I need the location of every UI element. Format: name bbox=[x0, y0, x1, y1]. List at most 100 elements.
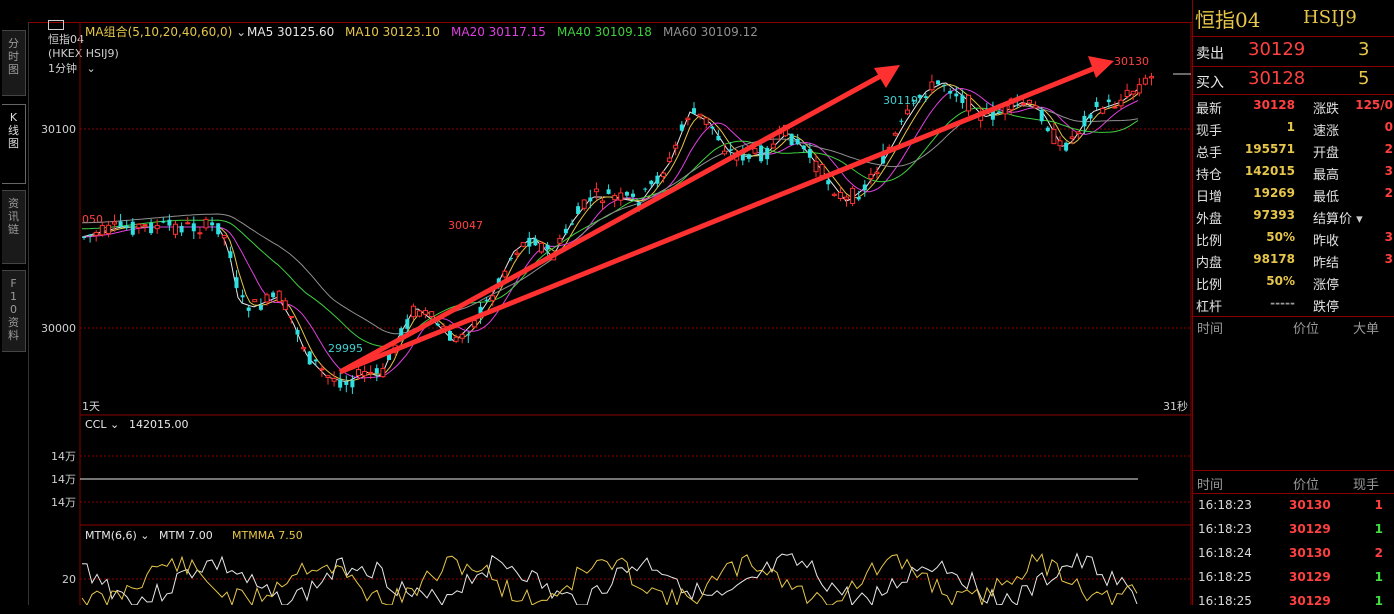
quote-row: 比例 50% 涨停 bbox=[1193, 271, 1394, 293]
candle-body bbox=[649, 180, 654, 185]
candle-body bbox=[203, 218, 209, 229]
stat-label: 最新 bbox=[1196, 102, 1223, 117]
stat-value: 50% bbox=[1266, 274, 1295, 288]
stat-label: 比例 bbox=[1196, 234, 1223, 249]
candle-body bbox=[112, 221, 117, 225]
tick-row: 16:18:25 30129 1 bbox=[1193, 590, 1394, 614]
candle-body bbox=[246, 307, 251, 311]
stat-label: 持仓 bbox=[1196, 168, 1223, 183]
candle-body bbox=[344, 381, 349, 385]
candle-body bbox=[466, 334, 471, 336]
tab-kline[interactable]: K线图 bbox=[2, 104, 26, 184]
candle-body bbox=[288, 315, 294, 318]
candle-body bbox=[819, 164, 825, 177]
bid-row[interactable]: 买入 30128 5 bbox=[1193, 67, 1394, 95]
candle-body bbox=[960, 95, 965, 103]
stat-value: 30128 bbox=[1253, 98, 1295, 112]
tick-header: 时间 价位 现手 bbox=[1193, 474, 1394, 494]
stat-label: 杠杆 bbox=[1196, 300, 1223, 315]
candle-body bbox=[1069, 136, 1075, 139]
candle-body bbox=[1082, 115, 1087, 127]
quote-row: 杠杆 ----- 跌停 bbox=[1193, 293, 1394, 315]
mtm-y-label: 20 bbox=[62, 573, 76, 586]
stat-value: 2 bbox=[1384, 186, 1393, 200]
candle-body bbox=[612, 195, 618, 201]
candle-body bbox=[948, 91, 953, 94]
ccl-y-label: 14万 bbox=[51, 496, 76, 509]
quote-code: HSIJ9 bbox=[1303, 7, 1357, 28]
trend-arrow bbox=[339, 56, 1114, 375]
dropdown-icon[interactable]: ▾ bbox=[1352, 212, 1363, 227]
candle-body bbox=[844, 196, 849, 200]
stat-value: 19269 bbox=[1253, 186, 1295, 200]
candle-body bbox=[667, 157, 673, 162]
mtm-label[interactable]: MTM(6,6) ⌄ bbox=[85, 529, 150, 542]
candle-body bbox=[759, 145, 764, 162]
candle-body bbox=[130, 221, 135, 235]
candle-body bbox=[606, 189, 611, 194]
mtm-value: MTM 7.00 bbox=[159, 529, 213, 542]
ma5-value: MA5 30125.60 bbox=[247, 25, 334, 39]
candle-body bbox=[514, 252, 520, 255]
candle-body bbox=[631, 193, 635, 197]
candle-body bbox=[874, 171, 880, 175]
quote-row: 总手 195571 开盘 2 bbox=[1193, 139, 1394, 161]
candle-body bbox=[954, 93, 959, 97]
tick-row: 16:18:25 30129 1 bbox=[1193, 566, 1394, 590]
quote-row: 比例 50% 昨收 3 bbox=[1193, 227, 1394, 249]
candle-body bbox=[722, 150, 727, 155]
view-tabs: 分时图 K线图 资讯链 F10资料 bbox=[0, 22, 29, 605]
ma-combo-label[interactable]: MA组合(5,10,20,40,60,0) ⌄ bbox=[85, 24, 246, 39]
candle-body bbox=[655, 175, 660, 184]
candle-body bbox=[350, 380, 355, 388]
col-price: 价位 bbox=[1293, 478, 1320, 493]
candle-body bbox=[923, 96, 928, 99]
quote-panel: 恒指04 HSIJ9 卖出 30129 3 买入 30128 5 最新 30128… bbox=[1192, 0, 1394, 608]
kline-chart-svg[interactable]: MA组合(5,10,20,40,60,0) ⌄ MA5 30125.60 MA1… bbox=[28, 21, 1192, 607]
stat-label: 昨收 bbox=[1313, 234, 1340, 249]
candle-body bbox=[1088, 114, 1093, 119]
y-label: 30000 bbox=[41, 322, 76, 335]
bid-label: 买入 bbox=[1196, 75, 1224, 91]
stat-label: 结算价 ▾ bbox=[1313, 212, 1363, 227]
candle-body bbox=[338, 379, 343, 388]
stat-value: 2 bbox=[1384, 142, 1393, 156]
ask-row[interactable]: 卖出 30129 3 bbox=[1193, 38, 1394, 66]
quote-row: 最新 30128 涨跌 125/0 bbox=[1193, 95, 1394, 117]
chart-area[interactable]: MA组合(5,10,20,40,60,0) ⌄ MA5 30125.60 MA1… bbox=[28, 21, 1192, 607]
candle-body bbox=[252, 299, 258, 303]
ask-price: 30129 bbox=[1248, 39, 1306, 60]
candle-body bbox=[459, 333, 465, 339]
stat-label: 总手 bbox=[1196, 146, 1223, 161]
candle-body bbox=[82, 236, 86, 238]
quote-row: 持仓 142015 最高 3 bbox=[1193, 161, 1394, 183]
candle-body bbox=[856, 196, 861, 200]
stat-label: 外盘 bbox=[1196, 212, 1223, 227]
candle-body bbox=[966, 94, 971, 112]
candle-body bbox=[471, 320, 477, 328]
candle-body bbox=[240, 295, 245, 298]
stat-label: 涨跌 bbox=[1313, 102, 1340, 117]
candle-body bbox=[1045, 127, 1050, 132]
candle-body bbox=[1094, 101, 1099, 108]
ma-line bbox=[81, 105, 1139, 335]
price-annotation: 29995 bbox=[328, 342, 363, 355]
tab-news[interactable]: 资讯链 bbox=[2, 190, 26, 264]
ccl-label[interactable]: CCL ⌄ bbox=[85, 418, 119, 431]
candle-body bbox=[618, 192, 624, 201]
candle-body bbox=[423, 310, 429, 315]
col-time: 时间 bbox=[1197, 322, 1224, 337]
candle-body bbox=[161, 221, 166, 223]
kline-panel-border bbox=[79, 21, 1192, 416]
candle-body bbox=[520, 242, 526, 247]
candle-body bbox=[728, 149, 733, 151]
mtm-line bbox=[81, 552, 1138, 607]
candle-body bbox=[917, 94, 922, 98]
candle-body bbox=[661, 172, 666, 178]
chart-title-bar: 恒指04 (HKEX HSIJ9) 1分钟 ⌄ bbox=[0, 0, 1192, 75]
candle-body bbox=[301, 347, 307, 350]
candle-body bbox=[563, 228, 568, 234]
tab-timeshare[interactable]: 分时图 bbox=[2, 30, 26, 96]
tab-f10[interactable]: F10资料 bbox=[2, 270, 26, 352]
moving-average-lines bbox=[81, 82, 1139, 383]
